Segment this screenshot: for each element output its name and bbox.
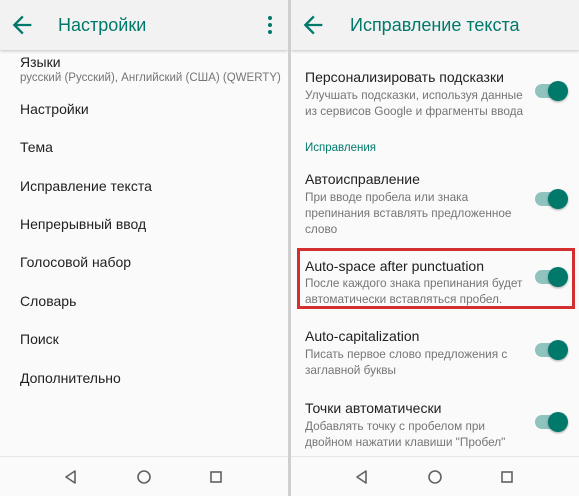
pref-auto-space-after-punctuation[interactable]: Auto-space after punctuation После каждо…	[291, 248, 579, 309]
settings-screen: Настройки Языки русский (Русский), Англи…	[0, 0, 288, 496]
pref-summary: Улучшать подсказки, используя данные из …	[305, 88, 524, 118]
languages-title: Языки	[20, 54, 61, 70]
page-title: Настройки	[58, 15, 147, 35]
menu-item-label: Настройки	[20, 101, 89, 117]
switch-thumb	[548, 81, 568, 101]
switch-thumb	[548, 267, 568, 287]
switch-thumb	[548, 340, 568, 360]
menu-item-label: Словарь	[20, 293, 77, 309]
section-header: Исправления	[305, 142, 376, 154]
pref-personalized-suggestions[interactable]: Персонализировать подсказки Улучшать под…	[291, 60, 579, 122]
page-title: Исправление текста	[350, 15, 520, 35]
triangle-back-icon[interactable]	[353, 468, 371, 486]
pref-title: Точки автоматически	[305, 400, 442, 416]
square-recents-icon[interactable]	[498, 468, 516, 486]
pref-summary: При вводе пробела или знака препинания в…	[305, 190, 512, 236]
menu-item-dictionary[interactable]: Словарь	[0, 282, 288, 320]
menu-item-search[interactable]: Поиск	[0, 320, 288, 358]
pref-title: Auto-space after punctuation	[305, 258, 485, 274]
menu-item-settings[interactable]: Настройки	[0, 90, 288, 128]
triangle-back-icon[interactable]	[62, 468, 80, 486]
languages-item[interactable]: Языки русский (Русский), Английский (США…	[0, 52, 288, 88]
toggle-switch[interactable]	[535, 340, 568, 360]
toggle-switch[interactable]	[535, 81, 568, 101]
circle-home-icon[interactable]	[135, 468, 153, 486]
toggle-switch[interactable]	[535, 267, 568, 287]
menu-item-voice-input[interactable]: Голосовой набор	[0, 243, 288, 281]
toggle-switch[interactable]	[535, 412, 568, 432]
menu-item-label: Голосовой набор	[20, 254, 132, 270]
app-bar: Исправление текста	[291, 0, 579, 50]
system-nav-bar	[0, 456, 288, 496]
menu-item-label: Исправление текста	[20, 178, 152, 194]
languages-subtitle: русский (Русский), Английский (США) (QWE…	[20, 72, 281, 84]
pref-summary: Добавлять точку с пробелом при двойном н…	[305, 419, 506, 449]
menu-item-label: Тема	[20, 139, 53, 155]
switch-thumb	[548, 189, 568, 209]
toggle-switch[interactable]	[535, 189, 568, 209]
menu-item-theme[interactable]: Тема	[0, 128, 288, 166]
arrow-left-icon[interactable]	[299, 11, 327, 39]
app-bar: Настройки	[0, 0, 288, 50]
pref-summary: После каждого знака препинания будет авт…	[305, 276, 523, 306]
menu-item-advanced[interactable]: Дополнительно	[0, 359, 288, 397]
pref-autocorrection[interactable]: Автоисправление При вводе пробела или зн…	[291, 162, 579, 240]
menu-item-label: Дополнительно	[20, 370, 121, 386]
square-recents-icon[interactable]	[207, 468, 225, 486]
menu-item-label: Непрерывный ввод	[20, 216, 147, 232]
system-nav-bar	[291, 456, 579, 496]
text-correction-screen: Исправление текста Персонализировать под…	[291, 0, 579, 496]
menu-item-text-correction[interactable]: Исправление текста	[0, 167, 288, 205]
pref-title: Auto-capitalization	[305, 328, 420, 344]
pref-title: Автоисправление	[305, 171, 420, 187]
circle-home-icon[interactable]	[426, 468, 444, 486]
pref-summary: Писать первое слово предложения с заглав…	[305, 347, 508, 377]
pref-title: Персонализировать подсказки	[305, 69, 504, 85]
switch-thumb	[548, 412, 568, 432]
menu-item-label: Поиск	[20, 331, 59, 347]
pref-auto-capitalization[interactable]: Auto-capitalization Писать первое слово …	[291, 319, 579, 383]
arrow-left-icon[interactable]	[8, 11, 36, 39]
pref-auto-period[interactable]: Точки автоматически Добавлять точку с пр…	[291, 391, 579, 455]
menu-item-gesture-typing[interactable]: Непрерывный ввод	[0, 205, 288, 243]
more-vert-icon[interactable]	[262, 13, 278, 37]
